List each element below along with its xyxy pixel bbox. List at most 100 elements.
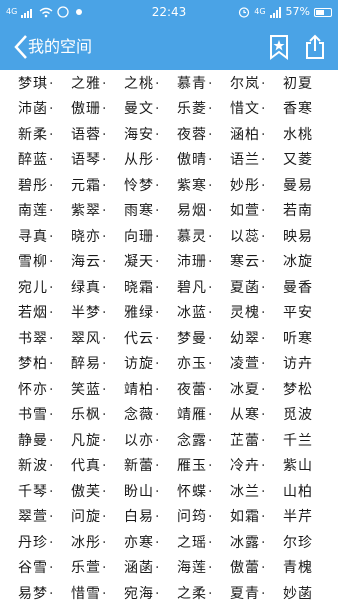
share-button[interactable] [302,33,328,61]
separator-dot: · [208,585,214,600]
name-text: 醉蓝 [18,152,48,169]
name-item: 南莲· [18,200,71,220]
separator-dot: · [261,152,267,169]
name-text: 念薇 [124,407,154,424]
separator-dot: · [102,534,108,551]
name-text: 亦玉 [177,356,207,373]
name-text: 夜蕾 [177,381,207,398]
name-row: 怀亦· 笑蓝· 靖柏· 夜蕾· 冰夏· 梦松 [0,376,338,402]
share-icon [306,34,324,59]
name-row: 梦柏· 醉易· 访旋· 亦玉· 凌萱· 访卉 [0,351,338,377]
separator-dot: · [49,101,55,118]
name-item: 青槐 [283,557,336,577]
separator-dot: · [49,152,55,169]
name-item: 语蓉· [71,124,124,144]
name-item: 慕灵· [177,226,230,246]
name-text: 易梦 [18,585,48,600]
separator-dot: · [155,330,161,347]
name-text: 念露 [177,432,207,449]
name-item: 如霜· [230,506,283,526]
name-item: 凌萱· [230,353,283,373]
name-item: 向珊· [124,226,177,246]
separator-dot: · [208,101,214,118]
name-text: 新蕾 [124,458,154,475]
name-item: 易烟· [177,200,230,220]
name-text: 访旋 [124,356,154,373]
title-bar: 我的空间 [0,24,338,70]
name-text: 傲芙 [71,483,101,500]
name-item: 冰露· [230,532,283,552]
name-text: 怜梦 [124,177,154,194]
separator-dot: · [102,432,108,449]
name-item: 代真· [71,455,124,475]
name-item: 尔珍 [283,532,336,552]
name-item: 碧彤· [18,175,71,195]
name-text: 海安 [124,126,154,143]
name-item: 从寒· [230,404,283,424]
name-text: 涵菡 [124,560,154,577]
name-text: 从寒 [230,407,260,424]
name-text: 雨寒 [124,203,154,220]
name-row: 宛儿· 绿真· 晓霜· 碧凡· 夏菡· 曼香 [0,274,338,300]
separator-dot: · [208,279,214,296]
name-text: 紫翠 [71,203,101,220]
separator-dot: · [49,432,55,449]
name-text: 半梦 [71,305,101,322]
separator-dot: · [208,560,214,577]
name-item: 如萱· [230,200,283,220]
name-item: 平安 [283,302,336,322]
separator-dot: · [155,381,161,398]
name-text: 语琴 [71,152,101,169]
separator-dot: · [102,381,108,398]
separator-dot: · [208,126,214,143]
separator-dot: · [208,458,214,475]
name-item: 夜蓉· [177,124,230,144]
name-text: 丹珍 [18,534,48,551]
name-item: 听寒 [283,328,336,348]
name-text: 书翠 [18,330,48,347]
name-text: 冷卉 [230,458,260,475]
separator-dot: · [261,356,267,373]
bookmark-star-icon [270,35,288,60]
bookmark-button[interactable] [266,33,292,61]
name-row: 新柔· 语蓉· 海安· 夜蓉· 涵柏· 水桃 [0,121,338,147]
name-row: 沛菡· 傲珊· 曼文· 乐菱· 惜文· 香寒 [0,96,338,122]
separator-dot: · [102,560,108,577]
name-text: 如萱 [230,203,260,220]
name-item: 涵菡· [124,557,177,577]
name-item: 从彤· [124,149,177,169]
name-item: 访卉 [283,353,336,373]
name-text: 紫寒 [177,177,207,194]
name-text: 书雪 [18,407,48,424]
name-item: 元霜· [71,175,124,195]
name-text: 灵槐 [230,305,260,322]
name-text: 海莲 [177,560,207,577]
name-text: 慕灵 [177,228,207,245]
name-text: 亦寒 [124,534,154,551]
name-text: 妙彤 [230,177,260,194]
name-item: 怀亦· [18,379,71,399]
name-text: 梦琪 [18,75,48,92]
separator-dot: · [261,330,267,347]
name-text: 冰露 [230,534,260,551]
separator-dot: · [208,509,214,526]
name-text: 傲晴 [177,152,207,169]
name-item: 之桃· [124,73,177,93]
name-text: 若南 [283,203,313,220]
name-item: 靖柏· [124,379,177,399]
name-text: 绿真 [71,279,101,296]
name-item: 沛珊· [177,251,230,271]
signal-icon-right [269,6,281,18]
name-item: 亦玉· [177,353,230,373]
name-text: 之瑶 [177,534,207,551]
separator-dot: · [208,407,214,424]
separator-dot: · [261,585,267,600]
name-item: 易梦· [18,583,71,600]
name-text: 之柔 [177,585,207,600]
name-text: 凌萱 [230,356,260,373]
separator-dot: · [49,203,55,220]
name-text: 平安 [283,305,313,322]
separator-dot: · [208,534,214,551]
name-item: 半梦· [71,302,124,322]
separator-dot: · [208,177,214,194]
